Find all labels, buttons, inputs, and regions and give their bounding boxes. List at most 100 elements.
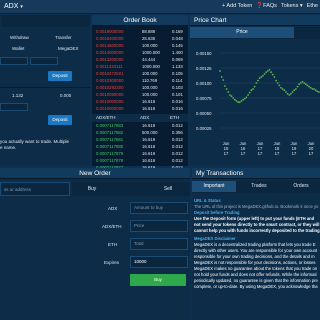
amount-input-left[interactable] [0,57,28,65]
buy-button[interactable]: Buy [130,274,186,286]
buy-order-row[interactable]: 0.0007117882 500.000 0.356 [92,129,187,136]
price-point [233,98,236,101]
order-amount: 110.769 [142,78,158,83]
price-point [266,70,269,72]
order-total: 0.103 [172,85,183,90]
sell-order-row[interactable]: 0.0010472601 100.000 0.105 [92,70,187,77]
order-amount: 16.619 [142,123,156,128]
sell-order-row[interactable]: 0.0013200000 44.444 0.069 [92,56,187,63]
transactions-panel: My Transactions Important Trades Orders … [192,168,320,320]
nav-faqs[interactable]: ❓FAQs [256,3,277,9]
sell-order-row[interactable]: 0.0010090000 100.000 0.101 [92,91,187,98]
order-price: 0.0010300000 [96,78,124,83]
amount-input-2[interactable] [0,103,28,111]
order-amount: 100.000 [142,85,158,90]
header-adx: ADX [140,115,150,120]
nav-ethereum[interactable]: Ethe [307,3,318,9]
order-price: 0.0007117882 [96,130,124,135]
price-point [276,82,279,84]
price-point [242,98,244,101]
price-point [298,83,301,86]
chart-tabs: Price [190,27,320,39]
withdraw-tab[interactable]: Withdraw [10,35,29,40]
amount-input[interactable]: Amount to buy [130,202,188,214]
total-input[interactable]: Total [130,238,188,250]
buy-order-row[interactable]: 0.0007117881 16.619 0.012 [92,136,187,143]
price-point [288,94,291,96]
buy-order-row[interactable]: 0.0007117880 16.619 0.012 [92,143,187,150]
sell-order-row[interactable]: 0.0018400000 25.636 0.048 [92,35,187,42]
sell-order-row[interactable]: 0.0010292300 100.000 0.103 [92,84,187,91]
nav-faqs-label: FAQs [263,3,277,9]
price-point [222,79,225,81]
order-total: 1.400 [172,50,183,55]
tab-sell[interactable]: Sell [148,184,188,195]
order-price: 0.0011333111 [96,64,123,69]
order-amount: 16.619 [142,137,156,142]
header-pair: ADX/ETH [96,115,116,120]
order-price: 0.0014500000 [96,43,124,48]
sell-order-row[interactable]: 0.0011333111 1000.000 1.133 [92,63,187,70]
transfer-tab[interactable]: Transfer [55,35,72,40]
price-point [260,76,263,78]
price-point [235,100,238,102]
price-point [252,88,254,90]
order-total: 0.145 [172,43,183,48]
x-tick-label: Jun 16 17 [239,141,247,156]
tab-buy[interactable]: Buy [72,184,112,195]
sell-order-row[interactable]: 0.0019000000 88.888 0.169 [92,28,187,35]
buy-order-row[interactable]: 0.0007117879 16.619 0.012 [92,150,187,157]
order-price: 0.0010000000 [96,106,124,111]
order-amount: 16.619 [142,99,156,104]
price-point [225,88,228,90]
deposit-button[interactable]: Deposit [48,71,72,81]
order-book-title: Order Book [92,15,188,26]
tab-trades[interactable]: Trades [244,181,274,192]
price-point [313,88,315,90]
sell-order-row[interactable]: 0.0010000000 16.619 0.016 [92,105,187,112]
tab-orders[interactable]: Orders [286,181,316,192]
price-point [306,84,309,87]
nav-add-token[interactable]: + Add Token [222,3,252,9]
amount-input-right[interactable] [30,57,58,65]
x-tick-label: Jun 15 17 [222,141,230,156]
buy-order-row[interactable]: 0.0007117878 16.619 0.012 [92,157,187,164]
sell-order-row[interactable]: 0.0010300000 110.769 0.114 [92,77,187,84]
divider [0,87,90,88]
field-label-total: ETH [108,242,117,247]
price-point [268,68,271,71]
buy-order-row[interactable]: 0.0007117883 16.619 0.012 [92,122,187,129]
price-point [283,89,286,92]
order-price: 0.0010292300 [96,85,124,90]
x-tick-label: Jun 19 17 [290,141,298,156]
price-chart-title: Price Chart [190,15,320,26]
order-amount: 100.000 [142,43,158,48]
price-point [229,94,231,96]
megadex-column-label: MegaDEX [58,46,79,51]
deposit-button-2[interactable]: Deposit [48,115,72,125]
tab-important[interactable]: Important [192,181,236,192]
order-price: 0.0007117879 [96,151,124,156]
nav-tokens[interactable]: Tokens ▾ [281,3,303,9]
order-amount: 88.888 [142,29,156,34]
price-point [295,88,297,90]
price-point [258,77,261,80]
price-point [290,92,292,95]
sell-order-row[interactable]: 0.0014000000 1000.000 1.400 [92,49,187,56]
price-point [303,82,306,84]
order-book-panel: Order Book 0.0019000000 88.888 0.169 0.0018… [92,15,188,170]
price-input[interactable]: Price [130,220,188,232]
expires-input[interactable]: 10000 [130,256,188,268]
sell-order-row[interactable]: 0.0014500000 100.000 0.145 [92,42,187,49]
sell-order-row[interactable]: 0.0010000000 16.619 0.016 [92,98,187,105]
address-input[interactable]: ss or address [0,182,70,196]
order-total: 0.069 [172,57,183,62]
tab-price[interactable]: Price [190,27,294,38]
price-point [248,91,251,94]
transactions-title: My Transactions [192,168,320,179]
market-selector[interactable]: ADX ▾ [4,3,23,10]
price-point [247,94,249,96]
warning-line-1: you actually want to trade. Multiple [0,139,70,144]
market-label: ADX [4,3,19,10]
price-point [224,85,226,87]
